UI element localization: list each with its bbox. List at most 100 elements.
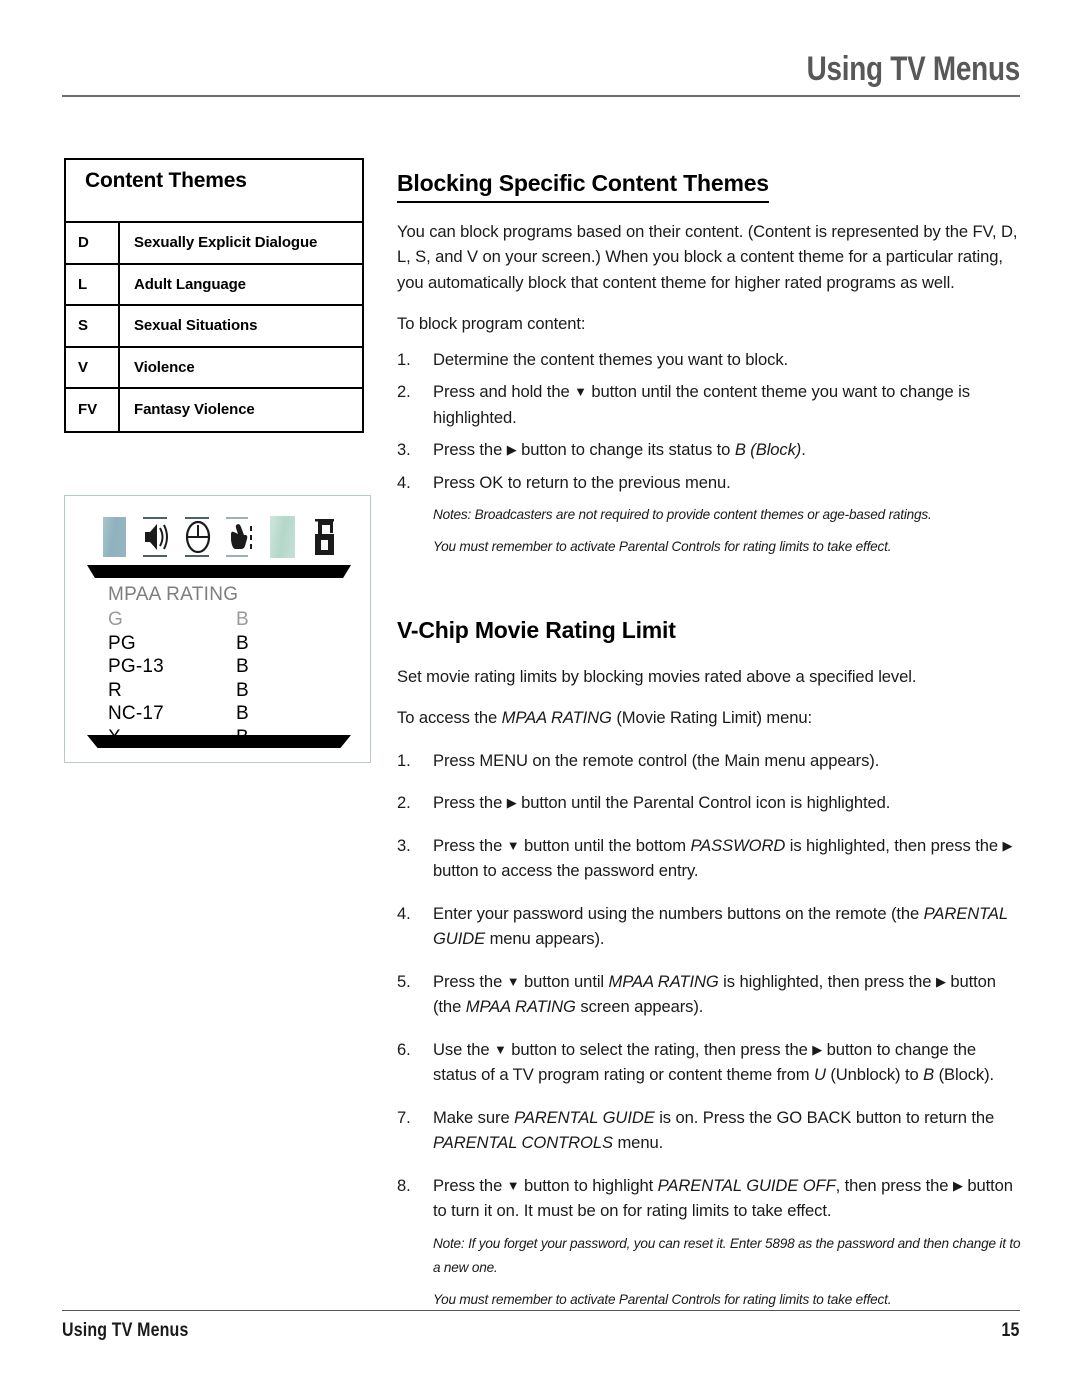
blocking-step: 1. Determine the content themes you want … — [397, 347, 1022, 373]
channel-swatch-icon — [265, 514, 299, 560]
vchip-lead-in: To access the MPAA RATING (Movie Rating … — [397, 708, 813, 728]
blocking-lead-in: To block program content: — [397, 314, 586, 334]
page-footer: Using TV Menus 15 — [62, 1309, 1020, 1343]
step-text: Press MENU on the remote control (the Ma… — [433, 750, 880, 770]
osd-rating-status: B — [236, 679, 249, 701]
step-number: 3. — [397, 440, 411, 460]
step-number: 7. — [397, 1107, 411, 1127]
section-vchip-movie-rating-limit: V-Chip Movie Rating Limit Set movie rati… — [397, 617, 1022, 1312]
step-number: 4. — [397, 903, 411, 923]
osd-rating-status: B — [236, 609, 249, 630]
clock-icon — [181, 514, 215, 560]
blocking-note: Notes: Broadcasters are not required to … — [433, 507, 932, 523]
vchip-note: You must remember to activate Parental C… — [433, 1291, 892, 1307]
footer-divider — [62, 1309, 1020, 1311]
vchip-intro-paragraph: Set movie rating limits by blocking movi… — [397, 666, 917, 686]
step-number: 2. — [397, 382, 411, 402]
blocking-step: 4. Press OK to return to the previous men… — [397, 470, 1022, 496]
vchip-step: 8. Press the ▼ button to highlight PARENT… — [397, 1173, 1022, 1224]
vchip-step: 6. Use the ▼ button to select the rating,… — [397, 1037, 1022, 1088]
step-text: Press OK to return to the previous menu. — [433, 472, 731, 492]
osd-rating-rows: GBPGBPG-13BRBNC-17BXB — [108, 608, 328, 749]
osd-rating-status: B — [236, 703, 249, 724]
footer-section-label: Using TV Menus — [62, 1320, 189, 1341]
osd-bottom-bar — [87, 735, 351, 748]
step-number: 4. — [397, 472, 411, 492]
content-theme-row: V Violence — [66, 347, 362, 389]
footer-page-number: 15 — [1001, 1320, 1020, 1341]
vchip-steps-list: 1. Press MENU on the remote control (the … — [397, 748, 1022, 1224]
vchip-section-title: V-Chip Movie Rating Limit — [397, 617, 676, 644]
content-theme-label: Sexual Situations — [134, 317, 258, 335]
left-column: Content Themes D Sexually Explicit Dialog… — [64, 158, 364, 433]
step-number: 1. — [397, 750, 411, 770]
content-theme-code: D — [66, 223, 120, 263]
content-theme-row: FV Fantasy Violence — [66, 389, 362, 431]
osd-top-bar — [87, 565, 351, 578]
step-number: 8. — [397, 1175, 411, 1195]
step-text: Make sure PARENTAL GUIDE is on. Press th… — [433, 1107, 995, 1153]
step-text: Determine the content themes you want to… — [433, 349, 789, 369]
step-number: 1. — [397, 349, 411, 369]
step-number: 3. — [397, 835, 411, 855]
padlock-icon — [307, 514, 341, 560]
vchip-notes: Note: If you forget your password, you c… — [397, 1232, 1022, 1312]
content-themes-title: Content Themes — [85, 169, 247, 192]
osd-rating-row[interactable]: RB — [108, 679, 328, 703]
content-theme-label: Sexually Explicit Dialogue — [134, 234, 318, 252]
content-theme-code: FV — [66, 389, 120, 431]
step-text: Press the ▶ button to change its status … — [433, 440, 806, 460]
speaker-icon — [139, 514, 173, 560]
osd-rating-status: B — [236, 656, 249, 677]
step-text: Press the ▼ button until MPAA RATING is … — [433, 971, 996, 1017]
blocking-step: 2. Press and hold the ▼ button until the … — [397, 379, 1022, 430]
vchip-note: Note: If you forget your password, you c… — [433, 1235, 1021, 1275]
blocking-notes: Notes: Broadcasters are not required to … — [397, 503, 1022, 559]
vchip-step: 7. Make sure PARENTAL GUIDE is on. Press … — [397, 1105, 1022, 1156]
vchip-step: 2. Press the ▶ button until the Parental … — [397, 790, 1022, 816]
osd-rating-row[interactable]: NC-17 B — [108, 702, 328, 726]
osd-rating-row[interactable]: PG B — [108, 632, 328, 656]
content-theme-label: Adult Language — [134, 275, 246, 293]
osd-rating-status: B — [236, 632, 249, 654]
osd-icon-row — [97, 510, 347, 560]
vchip-step: 1. Press MENU on the remote control (the … — [397, 748, 1022, 774]
vchip-step: 3. Press the ▼ button until the bottom PA… — [397, 833, 1022, 884]
osd-screen: MPAA RATING GBPGBPG-13BRBNC-17BXB — [108, 584, 328, 749]
blocking-intro-paragraph: You can block programs based on their co… — [397, 221, 1018, 292]
blocking-step: 3. Press the ▶ button to change its statu… — [397, 437, 1022, 463]
step-text: Use the ▼ button to select the rating, t… — [433, 1039, 995, 1085]
step-text: Press the ▼ button to highlight PARENTAL… — [433, 1175, 1013, 1221]
mpaa-rating-osd-figure: MPAA RATING GBPGBPG-13BRBNC-17BXB — [64, 495, 371, 763]
section-blocking-specific-content-themes: Blocking Specific Content Themes You can… — [397, 170, 1022, 559]
hand-pointer-icon — [223, 514, 257, 560]
osd-rating-row[interactable]: PG-13 B — [108, 655, 328, 679]
osd-heading: MPAA RATING — [108, 584, 239, 605]
content-theme-label: Fantasy Violence — [134, 401, 255, 419]
step-text: Enter your password using the numbers bu… — [433, 903, 1008, 949]
osd-rating-label: R — [108, 679, 122, 701]
picture-swatch-icon — [97, 514, 131, 560]
right-column: Blocking Specific Content Themes You can… — [397, 152, 1022, 1312]
step-number: 2. — [397, 793, 411, 813]
content-theme-label: Violence — [134, 358, 195, 376]
blocking-steps-list: 1. Determine the content themes you want … — [397, 347, 1022, 496]
content-theme-code: L — [66, 264, 120, 304]
vchip-step: 5. Press the ▼ button until MPAA RATING i… — [397, 969, 1022, 1020]
step-number: 5. — [397, 971, 411, 991]
blocking-section-title: Blocking Specific Content Themes — [397, 170, 769, 203]
step-text: Press the ▼ button until the bottom PASS… — [433, 835, 1013, 881]
content-themes-table: Content Themes D Sexually Explicit Dialog… — [64, 158, 364, 433]
osd-rating-label: G — [108, 609, 123, 630]
page-header: Using TV Menus — [62, 50, 1021, 97]
content-themes-rows: D Sexually Explicit Dialogue L Adult Langua… — [66, 223, 362, 431]
vchip-step: 4. Enter your password using the numbers … — [397, 901, 1022, 952]
osd-rating-row[interactable]: GB — [108, 608, 328, 632]
page-header-title: Using TV Menus — [806, 50, 1021, 88]
step-text: Press and hold the ▼ button until the co… — [433, 382, 970, 427]
blocking-note: You must remember to activate Parental C… — [433, 539, 892, 555]
osd-rating-label: PG-13 — [108, 656, 164, 677]
osd-rating-label: PG — [108, 632, 136, 654]
content-theme-row: L Adult Language — [66, 264, 362, 306]
step-number: 6. — [397, 1039, 411, 1059]
